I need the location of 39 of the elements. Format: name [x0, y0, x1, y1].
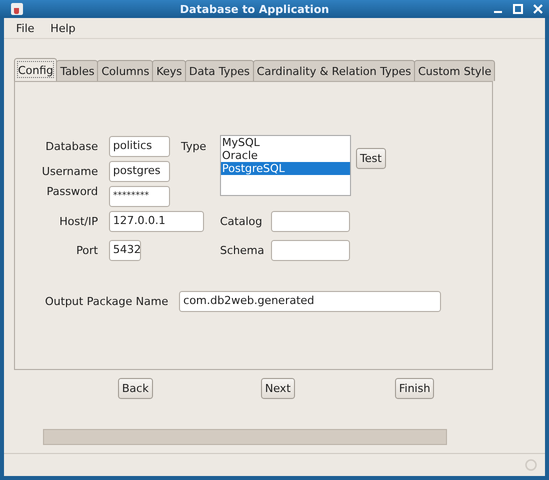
input-field[interactable]: 127.0.0.1	[109, 210, 204, 232]
wizard-button[interactable]: Finish	[395, 378, 434, 399]
input-field[interactable]	[271, 240, 350, 260]
input-field[interactable]: com.db2web.generated	[179, 291, 442, 312]
close-icon[interactable]	[531, 2, 545, 16]
field-label: Port	[75, 244, 99, 256]
wizard-button[interactable]: Back	[118, 378, 153, 399]
field-label: Username	[40, 164, 99, 178]
menu-item[interactable]: Help	[42, 22, 84, 34]
field-label: Schema	[220, 244, 266, 256]
tab[interactable]: Columns	[97, 60, 154, 81]
field-label: Output Package Name	[45, 295, 168, 308]
maximize-icon[interactable]	[511, 2, 525, 16]
test-button[interactable]: Test	[356, 148, 386, 169]
list-item[interactable]: Oracle	[221, 149, 350, 162]
tab[interactable]: Keys	[152, 60, 186, 81]
input-field[interactable]	[271, 210, 350, 232]
input-field[interactable]: politics	[109, 136, 170, 156]
field-label: Catalog	[220, 214, 264, 228]
tab[interactable]: Custom Style	[414, 60, 496, 81]
tab[interactable]: Cardinality & Relation Types	[252, 60, 416, 81]
coffee-cup-icon	[10, 2, 24, 16]
tab[interactable]: Data Types	[185, 60, 254, 81]
input-field[interactable]: postgres	[109, 160, 170, 182]
list-box[interactable]: MySQL Oracle PostgreSQL	[220, 135, 351, 196]
input-field[interactable]: 5432	[109, 240, 141, 260]
field-label: Host/IP	[58, 214, 99, 228]
list-item[interactable]: PostgreSQL	[221, 162, 350, 175]
window-title: Database to Application	[178, 2, 330, 16]
field-label: Type	[181, 140, 206, 152]
tab[interactable]: Config	[14, 58, 58, 81]
menu-item[interactable]: File	[8, 22, 42, 34]
password-field[interactable]: ********	[109, 186, 170, 206]
tab[interactable]: Tables	[56, 60, 98, 81]
field-label: Database	[44, 140, 99, 152]
list-item[interactable]: MySQL	[221, 136, 350, 149]
circle-icon	[525, 459, 537, 471]
field-label: Password	[46, 185, 99, 198]
wizard-button[interactable]: Next	[261, 378, 295, 399]
